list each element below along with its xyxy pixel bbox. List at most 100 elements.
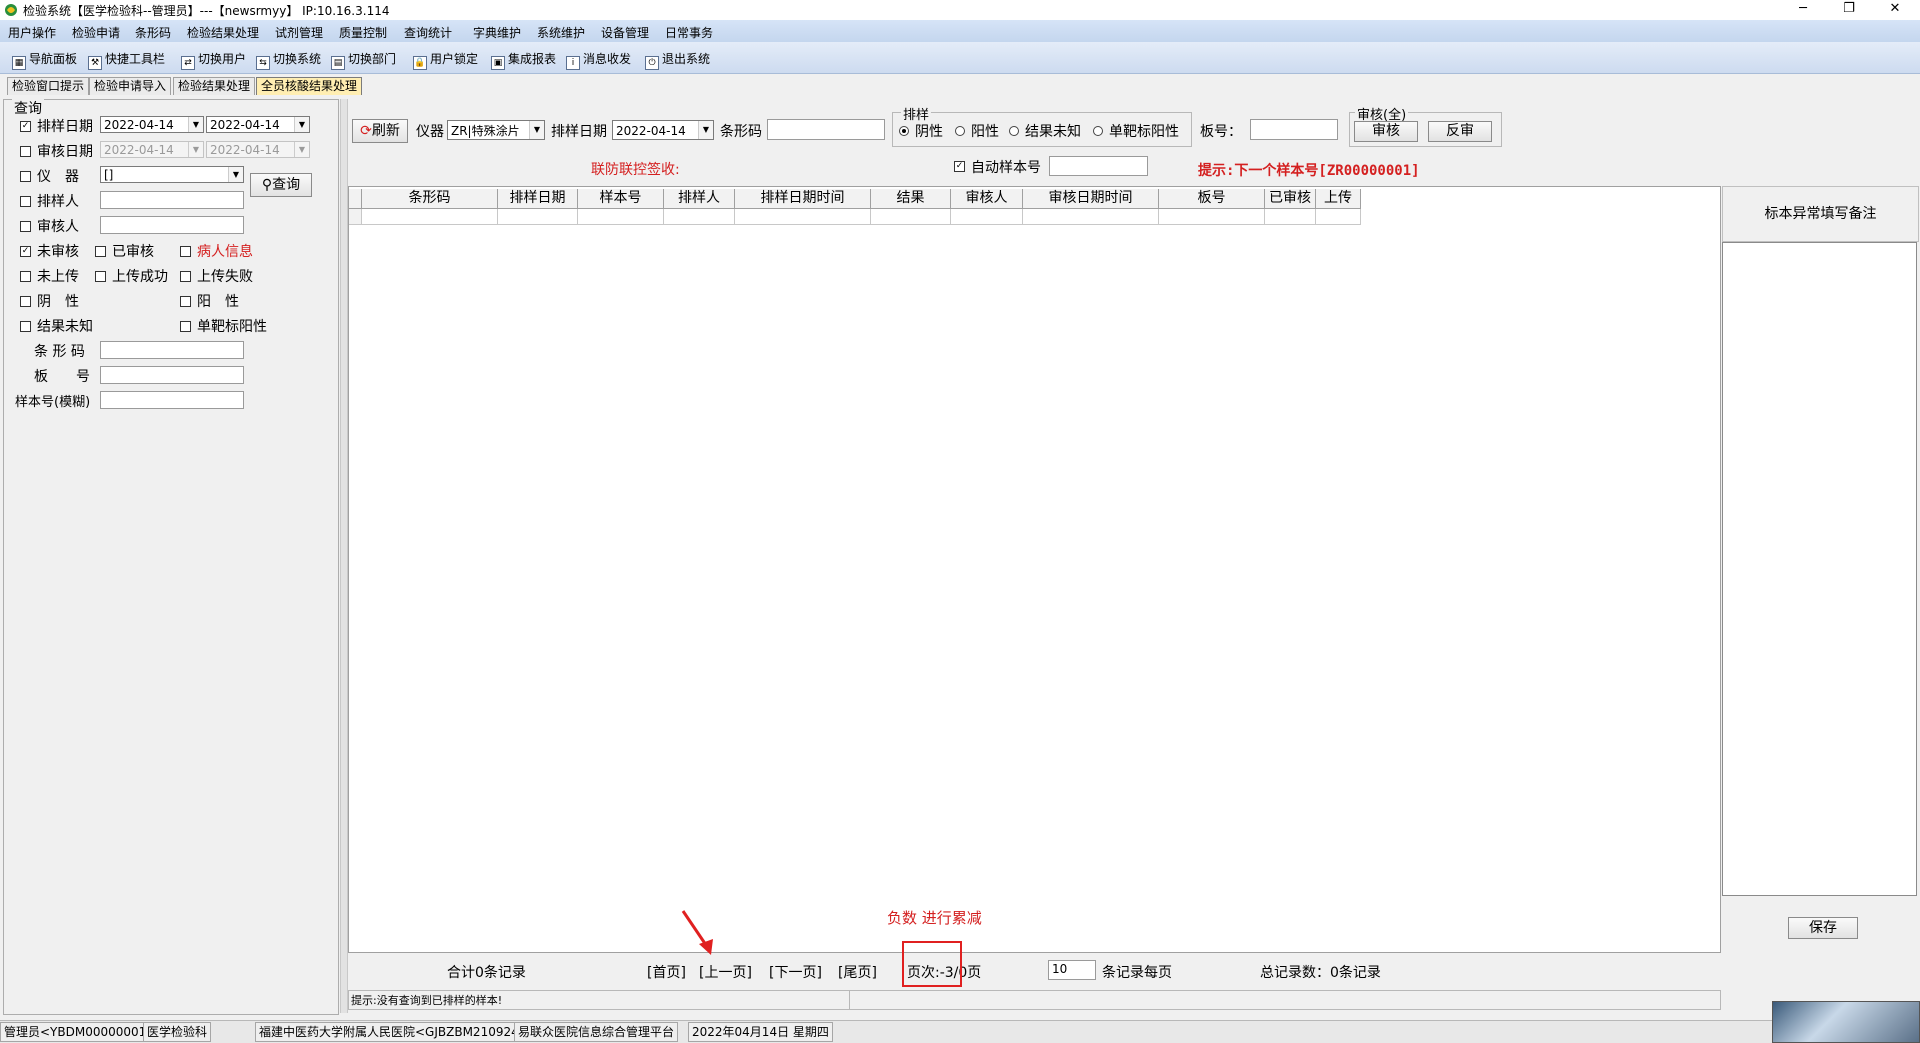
table-cell[interactable] (664, 209, 735, 225)
pager-prev-link[interactable]: [上一页] (699, 962, 752, 982)
radio-positive[interactable] (955, 126, 965, 136)
col-sample-no[interactable]: 样本号 (578, 189, 664, 209)
tab-window-hints[interactable]: 检验窗口提示 (7, 77, 90, 95)
toolbar-quick-tools[interactable]: ⚒ 快捷工具栏 (88, 50, 165, 70)
upload-success-checkbox[interactable] (95, 271, 106, 282)
top-barcode-input[interactable] (767, 119, 885, 140)
toolbar-switch-system[interactable]: ⇆ 切换系统 (256, 50, 321, 70)
chevron-down-icon[interactable]: ▼ (294, 142, 309, 157)
table-cell[interactable] (1316, 209, 1361, 225)
table-cell[interactable] (735, 209, 871, 225)
table-cell[interactable] (871, 209, 951, 225)
menu-daily-affairs[interactable]: 日常事务 (665, 24, 713, 41)
pager-next-link[interactable]: [下一页] (769, 962, 822, 982)
menu-system-maintenance[interactable]: 系统维护 (537, 24, 585, 41)
toolbar-nav-panel[interactable]: ▦ 导航面板 (12, 50, 77, 70)
unaudited-checkbox[interactable]: ✓ (20, 246, 31, 257)
col-plate[interactable]: 板号 (1159, 189, 1265, 209)
sorter-checkbox[interactable] (20, 196, 31, 207)
single-target-checkbox[interactable] (180, 321, 191, 332)
table-cell[interactable] (951, 209, 1023, 225)
upload-failed-checkbox[interactable] (180, 271, 191, 282)
top-instrument-select[interactable]: ZR|特殊涂片 ▼ (447, 120, 545, 140)
chevron-down-icon[interactable]: ▼ (529, 121, 544, 139)
sorter-input[interactable] (100, 191, 244, 209)
col-audited[interactable]: 已审核 (1265, 189, 1316, 209)
sort-date-to-picker[interactable]: 2022-04-14 ▼ (206, 116, 310, 133)
search-button[interactable]: ⚲查询 (250, 173, 312, 197)
radio-single-target[interactable] (1093, 126, 1103, 136)
toolbar-switch-user[interactable]: ⇄ 切换用户 (181, 50, 246, 70)
sort-date-from-picker[interactable]: 2022-04-14 ▼ (100, 116, 204, 133)
auto-sample-checkbox[interactable]: ✓ (954, 161, 965, 172)
instrument-select[interactable]: [] ▼ (100, 166, 244, 183)
unknown-checkbox[interactable] (20, 321, 31, 332)
col-sorter[interactable]: 排样人 (664, 189, 735, 209)
col-auditor[interactable]: 审核人 (951, 189, 1023, 209)
barcode-input[interactable] (100, 341, 244, 359)
menu-test-request[interactable]: 检验申请 (72, 24, 120, 41)
toolbar-user-lock[interactable]: 🔒 用户锁定 (413, 50, 478, 70)
audited-checkbox[interactable] (95, 246, 106, 257)
refresh-button[interactable]: ⟳刷新 (352, 119, 408, 143)
auto-sample-input[interactable] (1049, 156, 1148, 176)
toolbar-exit[interactable]: ⏻ 退出系统 (645, 50, 710, 70)
menu-query-stats[interactable]: 查询统计 (404, 24, 452, 41)
col-barcode[interactable]: 条形码 (362, 189, 498, 209)
close-button[interactable]: ✕ (1872, 0, 1918, 20)
radio-unknown[interactable] (1009, 126, 1019, 136)
remark-textarea[interactable] (1722, 242, 1917, 896)
audit-date-from-picker[interactable]: 2022-04-14 ▼ (100, 141, 204, 158)
menu-result-processing[interactable]: 检验结果处理 (187, 24, 259, 41)
instrument-checkbox[interactable] (20, 171, 31, 182)
menu-barcode[interactable]: 条形码 (135, 24, 171, 41)
table-cell[interactable] (1023, 209, 1159, 225)
top-sort-date-picker[interactable]: 2022-04-14 ▼ (612, 120, 714, 140)
toolbar-integrated-report[interactable]: ▣ 集成报表 (491, 50, 556, 70)
row-header[interactable] (349, 209, 362, 225)
minimize-button[interactable]: ─ (1780, 0, 1826, 20)
audit-date-to-picker[interactable]: 2022-04-14 ▼ (206, 141, 310, 158)
top-plate-input[interactable] (1250, 119, 1338, 140)
negative-checkbox[interactable] (20, 296, 31, 307)
splitter[interactable] (340, 99, 348, 1013)
positive-checkbox[interactable] (180, 296, 191, 307)
chevron-down-icon[interactable]: ▼ (698, 121, 713, 139)
table-cell[interactable] (362, 209, 498, 225)
pager-first-link[interactable]: [首页] (647, 962, 686, 982)
table-cell[interactable] (1265, 209, 1316, 225)
toolbar-switch-dept[interactable]: ▤ 切换部门 (331, 50, 396, 70)
table-cell[interactable] (498, 209, 578, 225)
col-sort-date[interactable]: 排样日期 (498, 189, 578, 209)
plate-input[interactable] (100, 366, 244, 384)
audit-button[interactable]: 审核 (1354, 121, 1418, 142)
results-grid[interactable]: 条形码 排样日期 样本号 排样人 排样日期时间 结果 审核人 审核日期时间 板号… (348, 186, 1721, 953)
auditor-input[interactable] (100, 216, 244, 234)
audit-date-checkbox[interactable] (20, 146, 31, 157)
table-cell[interactable] (578, 209, 664, 225)
tab-result-processing[interactable]: 检验结果处理 (173, 77, 256, 95)
menu-dictionary[interactable]: 字典维护 (473, 24, 521, 41)
menu-equipment[interactable]: 设备管理 (601, 24, 649, 41)
chevron-down-icon[interactable]: ▼ (188, 142, 203, 157)
table-cell[interactable] (1159, 209, 1265, 225)
menu-quality-control[interactable]: 质量控制 (339, 24, 387, 41)
pager-last-link[interactable]: [尾页] (838, 962, 877, 982)
radio-negative[interactable] (899, 126, 909, 136)
tab-request-import[interactable]: 检验申请导入 (89, 77, 172, 95)
col-result[interactable]: 结果 (871, 189, 951, 209)
menu-reagent[interactable]: 试剂管理 (275, 24, 323, 41)
menu-user-ops[interactable]: 用户操作 (8, 24, 56, 41)
col-upload[interactable]: 上传 (1316, 189, 1361, 209)
sample-fuzzy-input[interactable] (100, 391, 244, 409)
not-uploaded-checkbox[interactable] (20, 271, 31, 282)
patient-info-checkbox[interactable] (180, 246, 191, 257)
col-sort-datetime[interactable]: 排样日期时间 (735, 189, 871, 209)
sort-date-checkbox[interactable]: ✓ (20, 121, 31, 132)
col-audit-datetime[interactable]: 审核日期时间 (1023, 189, 1159, 209)
unaudit-button[interactable]: 反审 (1428, 121, 1492, 142)
tab-nucleic-acid-results[interactable]: 全员核酸结果处理 (256, 77, 363, 95)
maximize-button[interactable]: ❐ (1826, 0, 1872, 20)
toolbar-messages[interactable]: i 消息收发 (566, 50, 631, 70)
save-button[interactable]: 保存 (1788, 917, 1858, 939)
